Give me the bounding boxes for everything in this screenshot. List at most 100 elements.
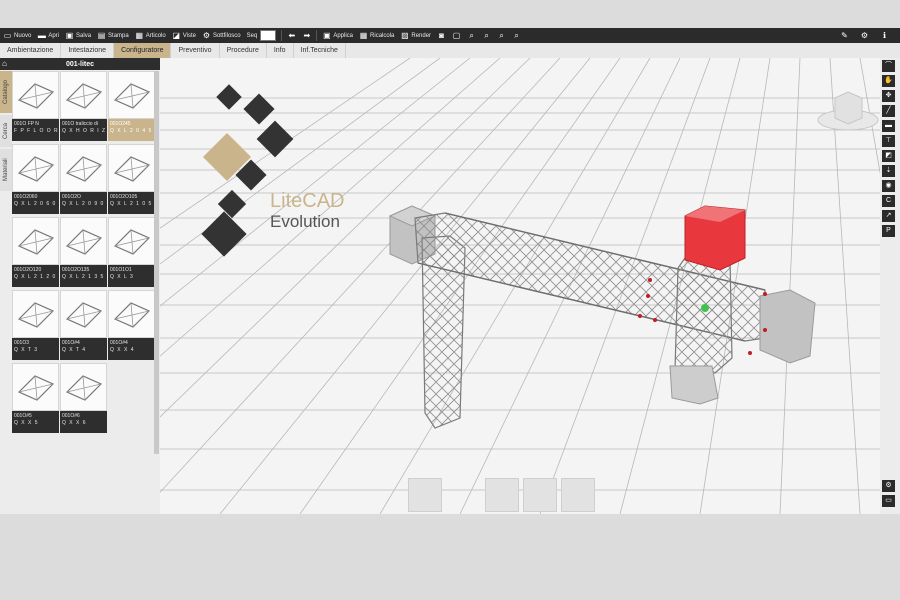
catalog-item-code: 001O2O xyxy=(62,194,81,200)
zoom-out-button[interactable]: ⌕ xyxy=(494,29,509,42)
tool-screen-icon[interactable]: ▭ xyxy=(882,495,895,507)
catalog-item[interactable]: 001O2O Q X L 2 0 9 0 xyxy=(60,144,107,214)
gear-icon: ⚙ xyxy=(860,30,869,40)
catalog-item[interactable]: 001O FP NF P F L O O R xyxy=(12,71,59,141)
catalog-item-name: Q X L 2 1 0 5 xyxy=(110,201,153,207)
catalog-item[interactable]: 001O3 Q X T 3 xyxy=(12,290,59,360)
tool-c-icon[interactable]: C xyxy=(882,195,895,207)
tool-button-1[interactable] xyxy=(485,478,519,512)
catalog-item-name: Q X L 2 1 2 0 xyxy=(14,274,57,280)
frame-button[interactable]: ▢ xyxy=(449,29,464,42)
apply-button[interactable]: ▣ Applica xyxy=(319,29,356,42)
open-button[interactable]: ▬ Apri xyxy=(34,29,62,42)
edit-button[interactable]: ✎ xyxy=(837,29,852,42)
tool-button-3[interactable] xyxy=(561,478,595,512)
catalog-item[interactable]: 001O2O120 Q X L 2 1 2 0 xyxy=(12,217,59,287)
catalog-item[interactable]: 001O2O105 Q X L 2 1 0 5 xyxy=(108,144,155,214)
truss-structure xyxy=(388,205,816,429)
side-tab-cerca[interactable]: Cerca xyxy=(0,115,12,147)
catalog-item-thumbnail xyxy=(60,290,107,338)
save-button[interactable]: ▣ Salva xyxy=(62,29,94,42)
tool-camera-icon[interactable]: ◉ xyxy=(882,180,895,192)
camera-button[interactable]: ◙ xyxy=(434,29,449,42)
render-button[interactable]: ▨ Render xyxy=(397,29,434,42)
zoom-in-button[interactable]: ⌕ xyxy=(479,29,494,42)
catalog-item-label: 001O2O120 Q X L 2 1 2 0 xyxy=(12,265,59,287)
tool-arc-icon[interactable]: ⌒ xyxy=(882,60,895,72)
catalog-item-thumbnail xyxy=(60,71,107,119)
tool-hand-icon[interactable]: ✋ xyxy=(882,75,895,87)
tool-line-icon[interactable]: ╱ xyxy=(882,105,895,117)
logo-text: LiteCAD Evolution xyxy=(270,190,344,232)
catalog-item[interactable]: 001O#6 Q X X 6 xyxy=(60,363,107,433)
panel-scrollbar[interactable] xyxy=(154,71,159,454)
logo-line-2: Evolution xyxy=(270,212,340,231)
catalog-item-name: Q X L 2 0 4 5 xyxy=(110,128,153,134)
catalog-item[interactable]: 001O245 Q X L 2 0 4 5 xyxy=(108,71,155,141)
catalog-item-thumbnail xyxy=(60,144,107,192)
catalog-item-thumbnail xyxy=(12,144,59,192)
settings-button[interactable]: ⚙ xyxy=(857,29,872,42)
catalog-item[interactable]: 001O2O135 Q X L 2 1 3 5 xyxy=(60,217,107,287)
catalog-item[interactable]: 001O#4 Q X T 4 xyxy=(60,290,107,360)
side-tabs: Catalogo Cerca Materiali xyxy=(0,71,12,211)
tab-inf-tecniche[interactable]: Inf.Tecniche xyxy=(294,43,346,58)
catalog-item[interactable]: 001O#4 Q X X 4 xyxy=(108,290,155,360)
article-button[interactable]: ▦ Articolo xyxy=(132,29,169,42)
panel-header: ⌂ 001-litec xyxy=(0,58,160,70)
tool-bar-icon[interactable]: ▬ xyxy=(882,120,895,132)
add-element-button[interactable] xyxy=(408,478,442,512)
menu-tabs: Ambientazione Intestazione Configuratore… xyxy=(0,43,900,59)
tab-procedure[interactable]: Procedure xyxy=(220,43,267,58)
sequence-button[interactable]: Seq xyxy=(244,29,280,42)
forward-button[interactable]: ➡ xyxy=(299,29,314,42)
3d-viewport[interactable]: LiteCAD Evolution xyxy=(160,58,880,514)
tool-move-icon[interactable]: ✥ xyxy=(882,90,895,102)
catalog-item-label: 001O1O1 Q X L 3 xyxy=(108,265,155,287)
views-button[interactable]: ◪ Viste xyxy=(169,29,199,42)
print-button[interactable]: ▤ Stampa xyxy=(94,29,132,42)
tool-button-2[interactable] xyxy=(523,478,557,512)
tab-preventivo[interactable]: Preventivo xyxy=(171,43,220,58)
tool-settings-icon[interactable]: ⚙ xyxy=(882,480,895,492)
toolbar-separator xyxy=(316,30,318,41)
tab-ambientazione[interactable]: Ambientazione xyxy=(0,43,62,58)
catalog-item-label: 001O3 Q X T 3 xyxy=(12,338,59,360)
new-button[interactable]: ▭ Nuovo xyxy=(0,29,34,42)
catalog-item-name: Q X T 3 xyxy=(14,347,39,353)
side-tab-materiali[interactable]: Materiali xyxy=(0,149,12,191)
catalog-item-name: Q X X 4 xyxy=(110,347,135,353)
tab-info[interactable]: Info xyxy=(267,43,294,58)
views-icon: ◪ xyxy=(172,30,181,40)
catalog-item[interactable]: 001O2060 Q X L 2 0 6 0 xyxy=(12,144,59,214)
print-icon: ▤ xyxy=(97,30,106,40)
catalog-item-label: 001O2O105 Q X L 2 1 0 5 xyxy=(108,192,155,214)
side-tab-catalogo[interactable]: Catalogo xyxy=(0,71,12,113)
zoom-button[interactable]: ⌕ xyxy=(464,29,479,42)
catalog-item-thumbnail xyxy=(12,71,59,119)
search-button[interactable]: ⌕ xyxy=(509,29,524,42)
tool-down-icon[interactable]: ⇣ xyxy=(882,165,895,177)
catalog-item[interactable]: 001O traliccio di Q X H O R I Z xyxy=(60,71,107,141)
catalog-item-label: 001O FP NF P F L O O R xyxy=(12,119,59,141)
catalog-item-label: 001O traliccio di Q X H O R I Z xyxy=(60,119,107,141)
sequence-input[interactable] xyxy=(260,30,277,41)
catalog-item[interactable]: 001O1O1 Q X L 3 xyxy=(108,217,155,287)
tab-configuratore[interactable]: Configuratore xyxy=(114,43,172,58)
tool-shape-icon[interactable]: ◩ xyxy=(882,150,895,162)
tool-pin-icon[interactable]: ⊤ xyxy=(882,135,895,147)
sort-button[interactable]: ⚙ Sottfilosco xyxy=(199,29,244,42)
home-icon[interactable]: ⌂ xyxy=(2,59,12,69)
scrollbar-thumb[interactable] xyxy=(154,71,159,454)
recalculate-button[interactable]: ▦ Ricalcola xyxy=(356,29,397,42)
zoom-out-icon: ⌕ xyxy=(499,30,504,40)
tab-intestazione[interactable]: Intestazione xyxy=(61,43,115,58)
back-button[interactable]: ⬅ xyxy=(284,29,299,42)
catalog-item-code: 001O#4 xyxy=(62,340,80,346)
tool-export-icon[interactable]: ↗ xyxy=(882,210,895,222)
article-icon: ▦ xyxy=(135,30,143,40)
catalog-item[interactable]: 001O#5 Q X X 5 xyxy=(12,363,59,433)
info-button[interactable]: ℹ xyxy=(877,29,892,42)
tool-p-icon[interactable]: P xyxy=(882,225,895,237)
catalog-item-label: 001O#5 Q X X 5 xyxy=(12,411,59,433)
